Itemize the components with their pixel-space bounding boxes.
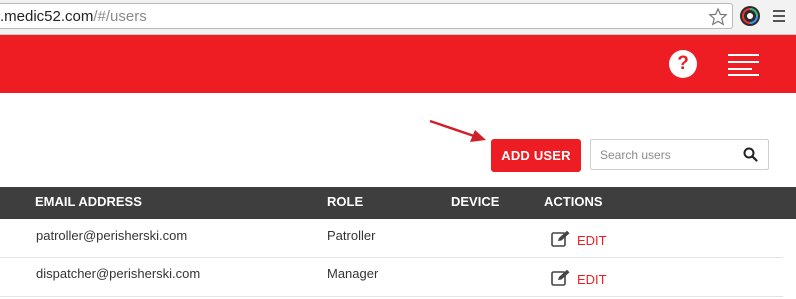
edit-label[interactable]: EDIT <box>577 272 607 287</box>
search-box <box>590 139 769 170</box>
user-role: Patroller <box>327 228 376 243</box>
column-header-device[interactable]: DEVICE <box>451 194 499 209</box>
app-header: ? <box>0 35 796 93</box>
url-host: .medic52.com <box>0 8 94 25</box>
search-input[interactable] <box>591 140 736 169</box>
address-bar[interactable]: .medic52.com/#/users <box>0 3 733 29</box>
user-role: Manager <box>327 266 379 281</box>
browser-menu-icon[interactable] <box>772 7 786 25</box>
column-header-email[interactable]: EMAIL ADDRESS <box>35 194 142 209</box>
star-icon[interactable] <box>708 7 728 27</box>
edit-icon <box>551 269 570 286</box>
hamburger-icon[interactable] <box>728 52 759 76</box>
table-row: dispatcher@perisherski.com Manager EDIT <box>0 258 783 297</box>
user-email: patroller@perisherski.com <box>36 228 188 243</box>
url-path: /#/users <box>93 8 147 25</box>
user-email: dispatcher@perisherski.com <box>36 266 201 281</box>
annotation-arrow <box>429 119 486 142</box>
column-header-actions: ACTIONS <box>544 194 603 209</box>
url-text[interactable]: .medic52.com/#/users <box>0 8 147 25</box>
edit-icon <box>551 230 570 247</box>
extension-icon[interactable] <box>739 5 761 27</box>
help-icon[interactable]: ? <box>669 50 697 78</box>
table-header: EMAIL ADDRESS ROLE DEVICE ACTIONS <box>0 187 796 219</box>
table-row: patroller@perisherski.com Patroller EDIT <box>0 219 783 258</box>
browser-toolbar: .medic52.com/#/users <box>0 0 796 35</box>
search-icon[interactable] <box>743 147 758 162</box>
add-user-button[interactable]: ADD USER <box>491 139 581 172</box>
edit-label[interactable]: EDIT <box>577 233 607 248</box>
column-header-role[interactable]: ROLE <box>327 194 363 209</box>
